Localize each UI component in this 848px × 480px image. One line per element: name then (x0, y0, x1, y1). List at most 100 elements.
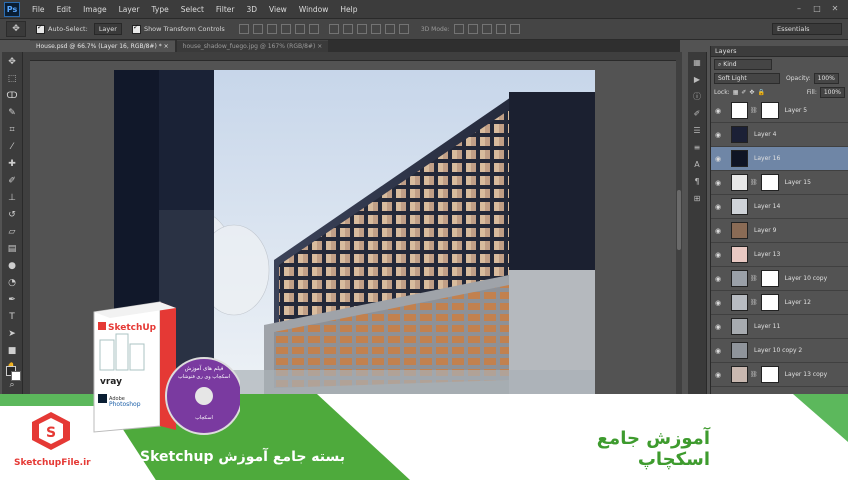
distribute-middle-icon[interactable] (342, 24, 353, 34)
menu-view[interactable]: View (263, 5, 293, 14)
layer-mask-thumbnail[interactable] (760, 294, 779, 311)
move-tool-preset[interactable]: ✥ (6, 21, 26, 37)
eye-icon[interactable]: ◉ (711, 203, 725, 211)
3d-rotate-icon[interactable] (453, 24, 464, 34)
styles-panel-icon[interactable]: ⊞ (691, 193, 703, 205)
eye-icon[interactable]: ◉ (711, 155, 725, 163)
canvas-scrollbar[interactable] (676, 60, 682, 394)
info-panel-icon[interactable]: ⓘ (691, 91, 703, 103)
layer-row[interactable]: ◉ Layer 14 (711, 195, 848, 219)
layer-row[interactable]: ◉ Layer 11 (711, 315, 848, 339)
maximize-icon[interactable]: □ (810, 3, 824, 14)
menu-help[interactable]: Help (334, 5, 363, 14)
character-panel-icon[interactable]: A (691, 159, 703, 171)
doc-tab-shadow[interactable]: house_shadow_fuego.jpg @ 167% (RGB/8#) × (176, 40, 329, 52)
minimize-icon[interactable]: – (792, 3, 806, 14)
eye-icon[interactable]: ◉ (711, 179, 725, 187)
layer-row[interactable]: ◉ Layer 4 (711, 123, 848, 147)
properties-panel-icon[interactable]: ≡ (691, 142, 703, 154)
lock-move-icon[interactable]: ✥ (749, 89, 754, 96)
distribute-left-icon[interactable] (370, 24, 381, 34)
fill-field[interactable]: 100% (819, 86, 845, 98)
paragraph-panel-icon[interactable]: ¶ (691, 176, 703, 188)
gradient-icon[interactable]: ▤ (5, 242, 19, 256)
healing-icon[interactable]: ✚ (5, 157, 19, 171)
marquee-icon[interactable]: ⬚ (5, 72, 19, 86)
type-icon[interactable]: T (5, 310, 19, 324)
lock-pixels-icon[interactable]: ▦ (733, 89, 739, 96)
eraser-icon[interactable]: ▱ (5, 225, 19, 239)
lasso-icon[interactable]: ↀ (5, 89, 19, 103)
workspace-dropdown[interactable]: Essentials (772, 23, 842, 35)
move-icon[interactable]: ✥ (5, 55, 19, 69)
menu-window[interactable]: Window (293, 5, 335, 14)
align-right-icon[interactable] (308, 24, 319, 34)
chain-link-icon[interactable]: ⛓ (750, 275, 758, 282)
close-icon[interactable]: × (164, 43, 169, 50)
history-panel-icon[interactable]: ▦ (691, 57, 703, 69)
menu-layer[interactable]: Layer (113, 5, 146, 14)
chain-link-icon[interactable]: ⛓ (750, 299, 758, 306)
dodge-icon[interactable]: ◔ (5, 276, 19, 290)
layer-row[interactable]: ◉ ⛓ Layer 12 (711, 291, 848, 315)
align-center-icon[interactable] (294, 24, 305, 34)
layer-row[interactable]: ◉ ⛓ Layer 15 (711, 171, 848, 195)
menu-select[interactable]: Select (175, 5, 210, 14)
path-select-icon[interactable]: ➤ (5, 327, 19, 341)
distribute-bottom-icon[interactable] (356, 24, 367, 34)
background-color-swatch[interactable] (11, 371, 21, 381)
layer-row[interactable]: ◉ ⛓ Layer 10 copy (711, 267, 848, 291)
menu-image[interactable]: Image (77, 5, 113, 14)
distribute-right-icon[interactable] (398, 24, 409, 34)
doc-tab-house[interactable]: House.psd @ 66.7% (Layer 16, RGB/8#) * × (30, 40, 175, 52)
opacity-field[interactable]: 100% (813, 72, 839, 84)
align-middle-icon[interactable] (252, 24, 263, 34)
eye-icon[interactable]: ◉ (711, 107, 725, 115)
chain-link-icon[interactable]: ⛓ (750, 179, 758, 186)
align-bottom-icon[interactable] (266, 24, 277, 34)
eye-icon[interactable]: ◉ (711, 347, 725, 355)
layer-row[interactable]: ◉ Layer 16 (711, 147, 848, 171)
layer-row[interactable]: ◉ ⛓ Layer 5 (711, 99, 848, 123)
shape-icon[interactable]: ■ (5, 344, 19, 358)
eye-icon[interactable]: ◉ (711, 371, 725, 379)
align-left-icon[interactable] (280, 24, 291, 34)
menu-type[interactable]: Type (146, 5, 175, 14)
align-top-icon[interactable] (238, 24, 249, 34)
layer-row[interactable]: ◉ Layer 13 (711, 243, 848, 267)
eye-icon[interactable]: ◉ (711, 299, 725, 307)
crop-icon[interactable]: ⌗ (5, 123, 19, 137)
stamp-icon[interactable]: ⊥ (5, 191, 19, 205)
history-brush-icon[interactable]: ↺ (5, 208, 19, 222)
layer-mask-thumbnail[interactable] (760, 366, 779, 383)
3d-drag-icon[interactable] (481, 24, 492, 34)
chain-link-icon[interactable]: ⛓ (750, 107, 758, 114)
menu-file[interactable]: File (26, 5, 51, 14)
brush-icon[interactable]: ✐ (5, 174, 19, 188)
close-icon[interactable]: ✕ (828, 3, 842, 14)
close-icon[interactable]: × (317, 43, 322, 50)
eye-icon[interactable]: ◉ (711, 131, 725, 139)
auto-select-dropdown[interactable]: Layer (93, 23, 122, 35)
3d-roll-icon[interactable] (467, 24, 478, 34)
scrollbar-thumb[interactable] (677, 190, 681, 250)
eye-icon[interactable]: ◉ (711, 251, 725, 259)
menu-edit[interactable]: Edit (51, 5, 78, 14)
layer-row[interactable]: ◉ Layer 9 (711, 219, 848, 243)
layer-mask-thumbnail[interactable] (760, 270, 779, 287)
menu-filter[interactable]: Filter (210, 5, 241, 14)
3d-slide-icon[interactable] (495, 24, 506, 34)
brush-panel-icon[interactable]: ✐ (691, 108, 703, 120)
layer-row[interactable]: ◉ Layer 10 copy 2 (711, 339, 848, 363)
quick-select-icon[interactable]: ✎ (5, 106, 19, 120)
eye-icon[interactable]: ◉ (711, 323, 725, 331)
blur-icon[interactable]: ● (5, 259, 19, 273)
eye-icon[interactable]: ◉ (711, 227, 725, 235)
eye-icon[interactable]: ◉ (711, 275, 725, 283)
auto-select-checkbox[interactable] (36, 23, 45, 34)
filter-kind-dropdown[interactable]: ⌕ Kind (714, 58, 772, 70)
blend-mode-dropdown[interactable]: Soft Light (714, 72, 780, 84)
layer-mask-thumbnail[interactable] (760, 102, 779, 119)
layer-row[interactable]: ◉ ⛓ Layer 13 copy (711, 363, 848, 387)
chain-link-icon[interactable]: ⛓ (750, 371, 758, 378)
